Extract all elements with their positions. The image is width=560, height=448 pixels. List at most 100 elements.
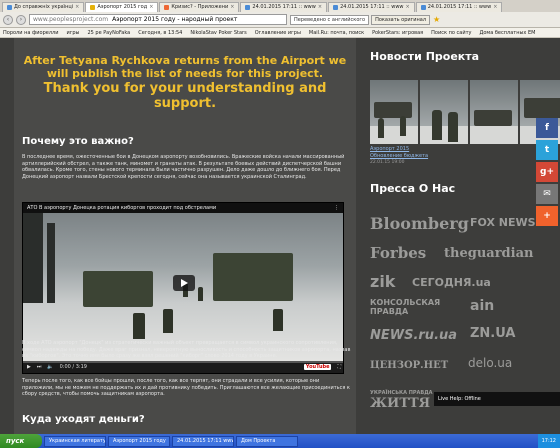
email-icon[interactable]: ✉ [536,184,558,204]
komsomolskaya-logo[interactable]: КОНСОЛЬСКАЯ ПРАВДА [370,298,458,316]
close-icon[interactable]: × [406,3,410,12]
translate-bar: Переведено с английского Показать оригин… [290,14,431,25]
show-original-button[interactable]: Показать оригинал [371,14,431,25]
googleplus-icon[interactable]: g+ [536,162,558,182]
bookmark-item[interactable]: PokerStars: игровая [372,30,423,36]
bookmark-item[interactable]: 25 ре PayNoFaka [87,30,130,36]
back-button[interactable]: ‹ [3,14,13,25]
news-thumbnails [370,80,560,144]
paragraph-airport: В ходе АТО аэропорт "Донецк" из стратеги… [22,340,351,360]
video-controls: ▶ ⏭ 🔈 0:00 / 3:19 YouTube ⛶ [23,361,343,373]
guardian-logo[interactable]: theguardian [444,246,533,261]
sidebar: Новости Проекта Аэропорт 2015 Обновление… [366,38,560,434]
star-icon[interactable]: ★ [433,15,440,24]
bookmark-item[interactable]: Mail.Ru: почта, поиск [309,30,364,36]
vehicle-shape [83,271,153,307]
bookmark-item[interactable]: Поиск по сайту [431,30,471,36]
site-icon [7,5,12,10]
system-clock: 17:12 [537,434,560,448]
soldier-shape [198,287,203,301]
close-icon[interactable]: × [75,3,79,12]
site-icon [90,5,96,10]
photo-ground [420,126,468,144]
photo-vehicle [374,102,412,118]
segodnya-logo[interactable]: СЕГОДНЯ.ua [412,276,491,289]
url-input[interactable]: www.peoplesproject.com Аэропорт 2015 год… [29,14,287,25]
foxnews-logo[interactable]: FOX NEWS [470,216,536,229]
volume-icon[interactable]: 🔈 [47,364,53,370]
url-page-title: Аэропорт 2015 году - народный проект [112,16,238,23]
paragraph-support: Теперь после того, как все бойцы прошли,… [22,378,350,398]
address-bar: ‹ › www.peoplesproject.com Аэропорт 2015… [0,12,560,28]
close-icon[interactable]: × [230,3,234,12]
press-heading: Пресса О Нас [370,182,456,195]
bookmark-item[interactable]: Пороли на фиорелли [3,30,58,36]
bookmark-item[interactable]: Оглавление игры [255,30,301,36]
twitter-icon[interactable]: t [536,140,558,160]
url-domain: www.peoplesproject.com [33,16,109,23]
section-heading-money: Куда уходят деньги? [22,414,145,425]
delo-logo[interactable]: delo.ua [468,356,512,370]
paragraph-intro: В последнее время, ожесточенные бои в До… [22,154,345,181]
next-icon[interactable]: ⏭ [37,364,42,370]
banner-line-1: After Tetyana Rychkova returns from the … [23,54,347,80]
bookmark-item[interactable]: NikolaStav Poker Stars [190,30,246,36]
forbes-logo[interactable]: Forbes [370,244,426,262]
close-icon[interactable]: × [493,3,497,12]
photo-ground [470,126,518,144]
soldier-shape [133,313,145,339]
site-icon [245,5,251,10]
more-icon[interactable]: + [536,206,558,226]
taskbar-item[interactable]: Украинская литература [44,435,106,447]
news-thumbnail[interactable] [370,80,418,144]
zik-logo[interactable]: zik [370,272,395,291]
soldier-shape [163,309,173,333]
censor-logo[interactable]: ЦЕНЗОР.НЕТ [370,360,448,371]
os-taskbar: пуск Украинская литература Аэропорт 2015… [0,434,560,448]
znua-logo[interactable]: ZN.UA [470,326,515,341]
photo-figure [432,110,442,140]
browser-tab-active[interactable]: Аэропорт 2015 год × [85,2,159,12]
news-thumbnail[interactable] [470,80,518,144]
browser-tab[interactable]: 24.01.2015 17:11 :: www × [415,2,503,12]
bloomberg-logo[interactable]: Bloomberg [370,214,469,233]
photo-vehicle [524,98,560,118]
close-icon[interactable]: × [318,3,322,12]
vehicle-shape [213,253,293,301]
forward-button[interactable]: › [16,14,26,25]
play-button[interactable]: ▶ [27,364,31,370]
news-link[interactable]: Обновление бюджета [370,153,428,159]
web-page: After Tetyana Rychkova returns from the … [0,38,560,434]
bookmarks-bar: Пороли на фиорелли игры 25 ре PayNoFaka … [0,28,560,38]
newsru-logo[interactable]: NEWS.ru.ua [370,328,457,343]
browser-tab-strip: До справжніх українці × Аэропорт 2015 год… [0,0,560,12]
live-help-widget[interactable]: Live Help: Offline [434,392,560,406]
taskbar-item[interactable]: Дом Проекта [236,435,298,447]
close-icon[interactable]: × [149,3,153,12]
play-icon[interactable] [173,275,195,291]
zhyttya-logo[interactable]: ЖИТТЯ [370,396,430,411]
bookmark-item[interactable]: Сегодня, в 13:54 [138,30,182,36]
video-options-icon[interactable]: ⋮ [334,203,339,213]
site-icon [333,5,339,10]
news-thumbnail[interactable] [420,80,468,144]
youtube-logo[interactable]: YouTube [303,364,332,370]
browser-tab[interactable]: До справжніх українці × [2,2,85,12]
bookmark-item[interactable]: игры [66,30,79,36]
browser-tab[interactable]: Кризис? - Приложени × [159,2,240,12]
video-title[interactable]: АТО В аэропорту Донецка ротация киборгов… [27,203,216,213]
share-bar: f t g+ ✉ + [536,118,558,226]
news-link[interactable]: Аэропорт 2015 [370,146,409,152]
browser-tab[interactable]: 24.01.2015 17:11 :: www × [328,2,415,12]
browser-tab[interactable]: 24.01.2015 17:11 :: www × [240,2,328,12]
ain-logo[interactable]: ain [470,298,494,314]
bookmark-item[interactable]: Дома бесплатных ЕМ [479,30,535,36]
facebook-icon[interactable]: f [536,118,558,138]
start-button[interactable]: пуск [0,434,42,448]
taskbar-item[interactable]: Аэропорт 2015 году [108,435,170,447]
announcement-banner: After Tetyana Rychkova returns from the … [14,38,356,111]
fullscreen-icon[interactable]: ⛶ [337,364,341,370]
site-icon [420,5,426,10]
taskbar-item[interactable]: 24.01.2015 17:11 www [172,435,234,447]
video-progress-bar[interactable] [23,361,343,363]
